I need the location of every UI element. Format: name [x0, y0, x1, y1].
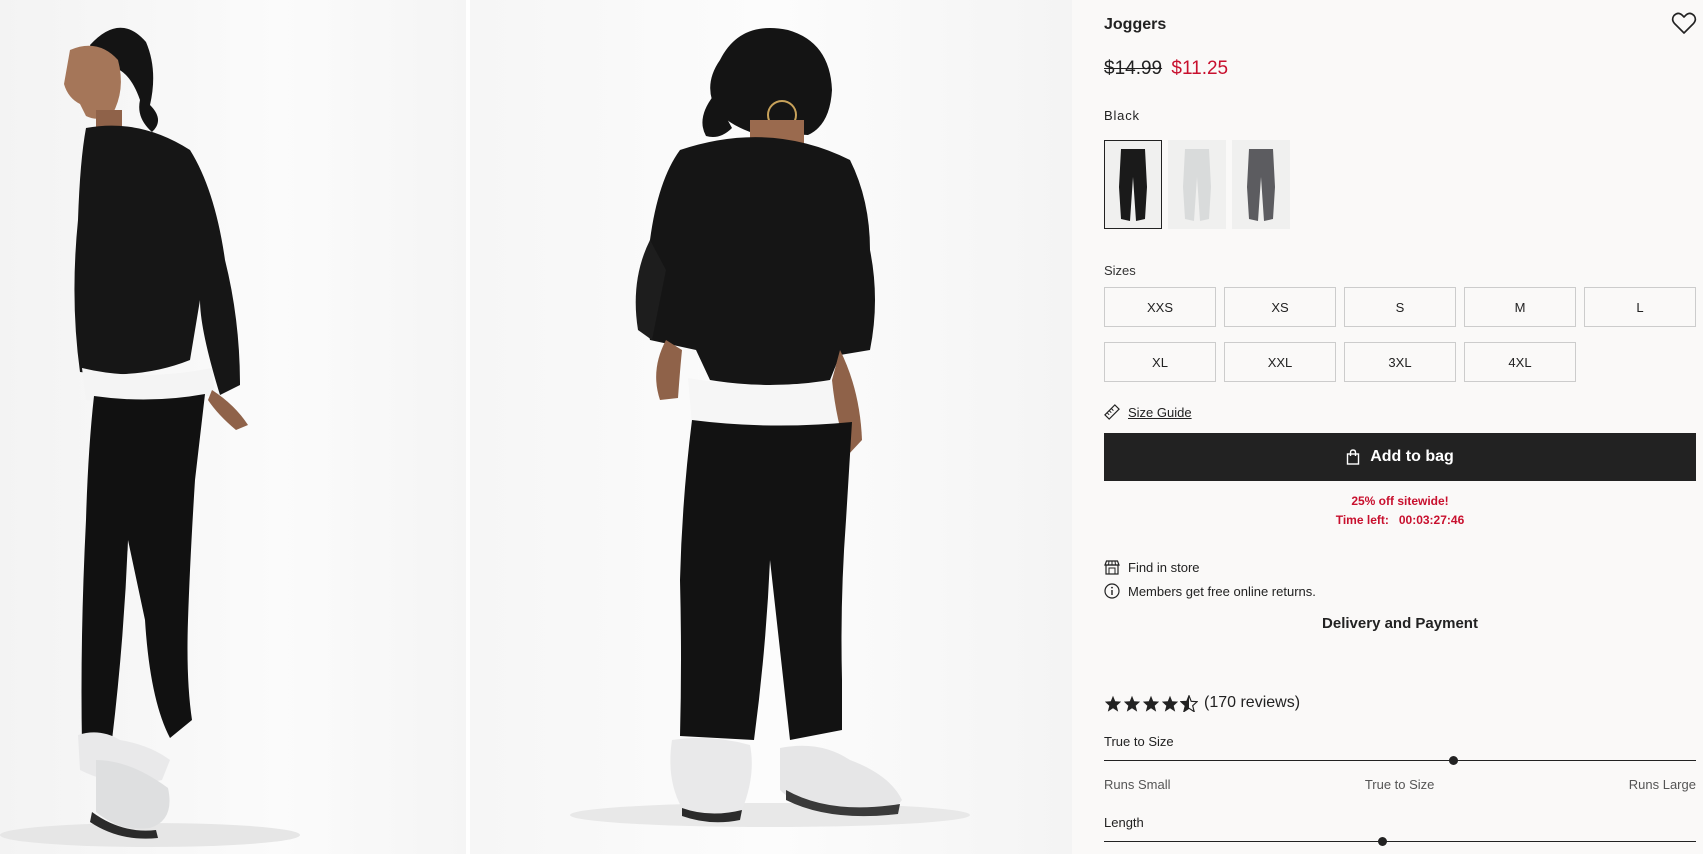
product-details-panel: Joggers $14.99 $11.25 Black Sizes XXS XS…	[1104, 0, 1697, 854]
size-option-xxs[interactable]: XXS	[1104, 287, 1216, 327]
joggers-thumbnail-light-grey	[1183, 148, 1211, 221]
joggers-thumbnail-dark-grey	[1247, 148, 1275, 221]
reviews-summary[interactable]: (170 reviews)	[1104, 694, 1300, 712]
heart-icon[interactable]	[1671, 10, 1697, 36]
size-option-m[interactable]: M	[1464, 287, 1576, 327]
sizes-label: Sizes	[1104, 263, 1136, 278]
promo-headline: 25% off sitewide!	[1351, 494, 1449, 508]
shopping-bag-icon	[1347, 449, 1360, 465]
star-icon	[1123, 695, 1141, 712]
size-option-s[interactable]: S	[1344, 287, 1456, 327]
price-row: $14.99 $11.25	[1104, 58, 1228, 80]
color-swatch-dark-grey[interactable]	[1232, 140, 1290, 229]
fit-length-label: Length	[1104, 815, 1144, 830]
find-in-store-link[interactable]: Find in store	[1104, 559, 1200, 575]
fit-true-to-size-track	[1104, 756, 1696, 765]
color-swatches	[1104, 140, 1290, 229]
product-title: Joggers	[1104, 16, 1167, 33]
fit-true-to-size-label: True to Size	[1104, 734, 1174, 749]
size-option-xxl[interactable]: XXL	[1224, 342, 1336, 382]
add-to-bag-label: Add to bag	[1370, 448, 1454, 465]
product-gallery	[0, 0, 1072, 854]
review-count: (170 reviews)	[1204, 694, 1301, 711]
size-option-l[interactable]: L	[1584, 287, 1696, 327]
original-price: $14.99	[1104, 58, 1163, 79]
free-returns-label: Members get free online returns.	[1128, 583, 1316, 599]
promo-banner: 25% off sitewide! Time left: 00:03:27:46	[1104, 492, 1696, 530]
fit-scale-runs-large: Runs Large	[1628, 777, 1696, 792]
find-in-store-label: Find in store	[1128, 559, 1200, 575]
selected-color-label: Black	[1104, 108, 1140, 123]
size-guide-link[interactable]: Size Guide	[1128, 405, 1192, 420]
ruler-icon	[1104, 404, 1120, 420]
time-left-label: Time left:	[1335, 513, 1389, 527]
color-swatch-black[interactable]	[1104, 140, 1162, 229]
half-star-icon	[1180, 694, 1198, 712]
fit-length-indicator	[1378, 837, 1388, 846]
fit-scale-runs-small: Runs Small	[1104, 777, 1171, 792]
delivery-and-payment-toggle[interactable]: Delivery and Payment	[1104, 615, 1696, 632]
joggers-thumbnail-black	[1119, 148, 1147, 221]
fit-length-track	[1104, 837, 1696, 846]
star-icon	[1104, 695, 1122, 712]
sale-price: $11.25	[1171, 58, 1229, 79]
size-option-xs[interactable]: XS	[1224, 287, 1336, 327]
fit-scale: Runs Small True to Size Runs Large	[1104, 777, 1696, 792]
product-photo-back[interactable]	[470, 0, 1072, 854]
size-option-4xl[interactable]: 4XL	[1464, 342, 1576, 382]
size-selector: XXS XS S M L XL XXL 3XL 4XL	[1104, 287, 1696, 382]
star-rating	[1104, 694, 1198, 712]
size-option-xl[interactable]: XL	[1104, 342, 1216, 382]
free-returns-info: Members get free online returns.	[1104, 583, 1316, 599]
fit-true-to-size-indicator	[1449, 756, 1459, 765]
size-guide-row: Size Guide	[1104, 404, 1192, 420]
countdown-timer: 00:03:27:46	[1398, 513, 1465, 527]
store-icon	[1104, 560, 1120, 575]
star-icon	[1142, 695, 1160, 712]
color-swatch-light-grey[interactable]	[1168, 140, 1226, 229]
info-icon	[1104, 583, 1120, 599]
size-option-3xl[interactable]: 3XL	[1344, 342, 1456, 382]
product-photo-side[interactable]	[0, 0, 466, 854]
fit-scale-true-to-size: True to Size	[1364, 777, 1435, 792]
star-icon	[1161, 695, 1179, 712]
add-to-bag-button[interactable]: Add to bag	[1104, 433, 1696, 481]
countdown-row: Time left: 00:03:27:46	[1104, 511, 1696, 530]
